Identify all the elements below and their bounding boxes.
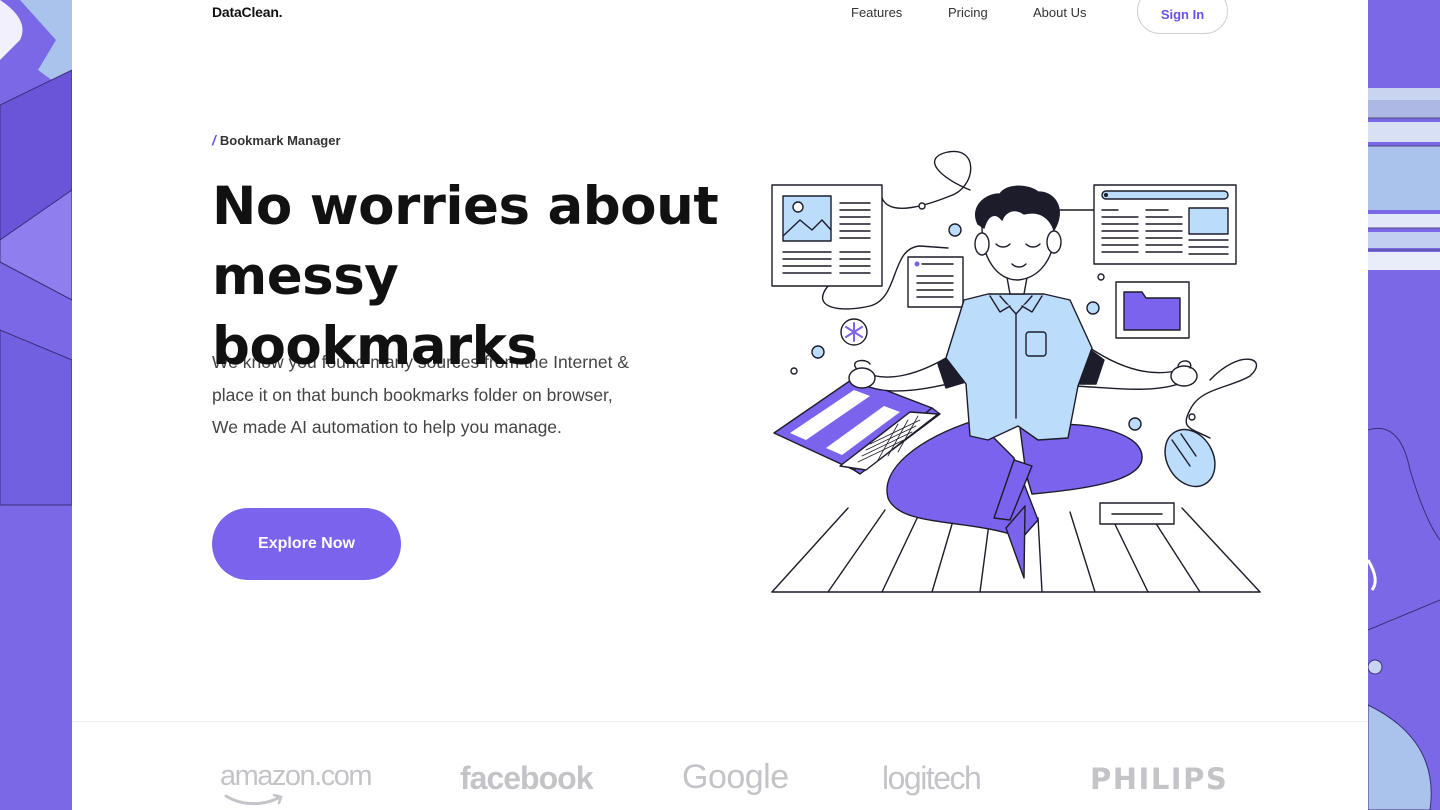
logo-strip-divider <box>72 721 1368 722</box>
nav-link-about-us[interactable]: About Us <box>1033 5 1086 20</box>
amazon-smile-icon <box>224 793 283 806</box>
amazon-logo: amazon.com <box>220 760 373 806</box>
eyebrow-label: Bookmark Manager <box>219 132 341 148</box>
sign-in-button[interactable]: Sign In <box>1137 0 1228 34</box>
description-line: place it on that bunch bookmarks folder … <box>212 384 613 405</box>
logitech-logo: logitech <box>882 760 982 796</box>
description-line: We made AI automation to help you manage… <box>212 417 562 437</box>
landing-page: DataClean. Features Pricing About Us Sig… <box>72 0 1368 810</box>
amazon-logo-text: amazon.com <box>220 760 373 792</box>
hero-eyebrow: / Bookmark Manager <box>212 132 341 148</box>
brand-logo[interactable]: DataClean. <box>212 4 283 20</box>
brand-logo-strip: amazon.com facebook Google logitech PHIL… <box>72 758 1368 810</box>
nav-link-features[interactable]: Features <box>851 5 902 20</box>
google-logo: Google <box>682 758 789 796</box>
explore-now-button[interactable]: Explore Now <box>212 508 401 580</box>
bookmark-mark-icon: / <box>212 132 216 148</box>
meditation-illustration <box>771 150 1261 593</box>
facebook-logo: facebook <box>460 760 593 796</box>
headline-line-1: No worries about <box>212 176 719 237</box>
nav-link-pricing[interactable]: Pricing <box>948 5 988 20</box>
headline-line-2: messy bookmarks <box>212 246 538 377</box>
philips-logo: PHILIPS <box>1090 762 1229 796</box>
